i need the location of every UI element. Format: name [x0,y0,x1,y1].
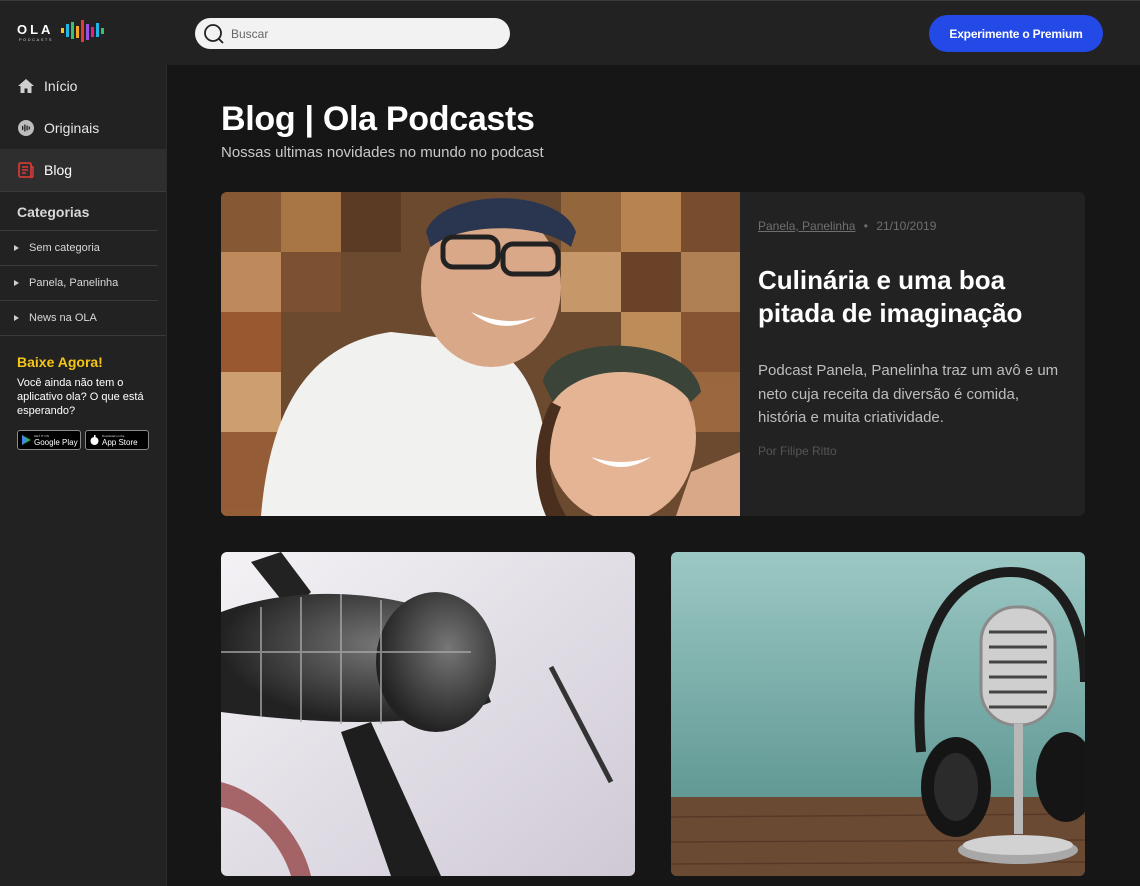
sidebar-item-originais[interactable]: Originais [0,107,166,149]
category-label: Panela, Panelinha [29,277,119,289]
top-bar: OLA PODCASTS Experimente o Premium [0,0,1140,65]
categories-title: Categorias [17,204,90,220]
triangle-right-icon [14,315,19,321]
apple-icon [90,435,99,445]
download-title: Baixe Agora! [17,354,103,370]
logo-text: OLA [17,22,54,37]
sidebar-item-inicio[interactable]: Início [0,65,166,107]
sidebar-item-label: Blog [44,162,73,178]
post-title[interactable]: Culinária e uma boa pitada de imaginação [758,264,1058,330]
ola-podcasts-logo[interactable]: OLA PODCASTS [17,20,109,46]
sidebar-item-label: Início [44,78,78,94]
logo-subtext: PODCASTS [19,37,54,42]
blog-icon [17,161,35,179]
search-bar[interactable] [195,18,510,49]
store-badges: GET IT ON Google Play Download on the App … [17,430,149,450]
logo-bars-icon [61,20,104,42]
search-input[interactable] [231,22,491,45]
post-author: Por Filipe Ritto [758,444,837,458]
retro-microphone-headphones-image[interactable] [671,552,1085,876]
post-card[interactable] [221,552,635,876]
sidebar-item-label: Originais [44,120,100,136]
app-store-label: App Store [102,437,138,447]
page-subtitle: Nossas ultimas novidades no mundo no pod… [221,144,544,161]
featured-post-card[interactable]: Panela, Panelinha • 21/10/2019 Culinária… [221,192,1085,516]
post-category-link[interactable]: Panela, Panelinha [758,219,855,233]
google-play-label: Google Play [34,437,78,447]
category-item[interactable]: Panela, Panelinha [0,265,158,300]
download-text: Você ainda não tem o aplicativo ola? O q… [17,377,144,417]
sidebar-item-blog[interactable]: Blog [0,149,166,191]
google-play-icon [22,435,31,445]
category-label: News na OLA [29,312,97,324]
featured-post-image[interactable] [221,192,740,516]
category-item[interactable]: News na OLA [0,300,158,335]
app-store-badge[interactable]: Download on the App Store [85,430,149,450]
google-play-badge[interactable]: GET IT ON Google Play [17,430,81,450]
triangle-right-icon [14,245,19,251]
sidebar: Início Originais Blog Categorias Sem cat… [0,65,167,886]
post-date: 21/10/2019 [876,219,937,233]
category-item[interactable]: Sem categoria [0,230,158,265]
home-icon [17,77,35,95]
search-icon [204,24,224,44]
meta-dot: • [863,219,868,233]
post-excerpt: Podcast Panela, Panelinha traz um avô e … [758,362,1059,426]
microphone-image[interactable] [221,552,635,876]
triangle-right-icon [14,280,19,286]
page-title: Blog | Ola Podcasts [221,100,535,138]
post-card[interactable] [671,552,1085,876]
category-label: Sem categoria [29,242,100,254]
originals-icon [17,119,35,137]
premium-button[interactable]: Experimente o Premium [929,15,1103,52]
post-meta: Panela, Panelinha • 21/10/2019 [758,219,936,233]
